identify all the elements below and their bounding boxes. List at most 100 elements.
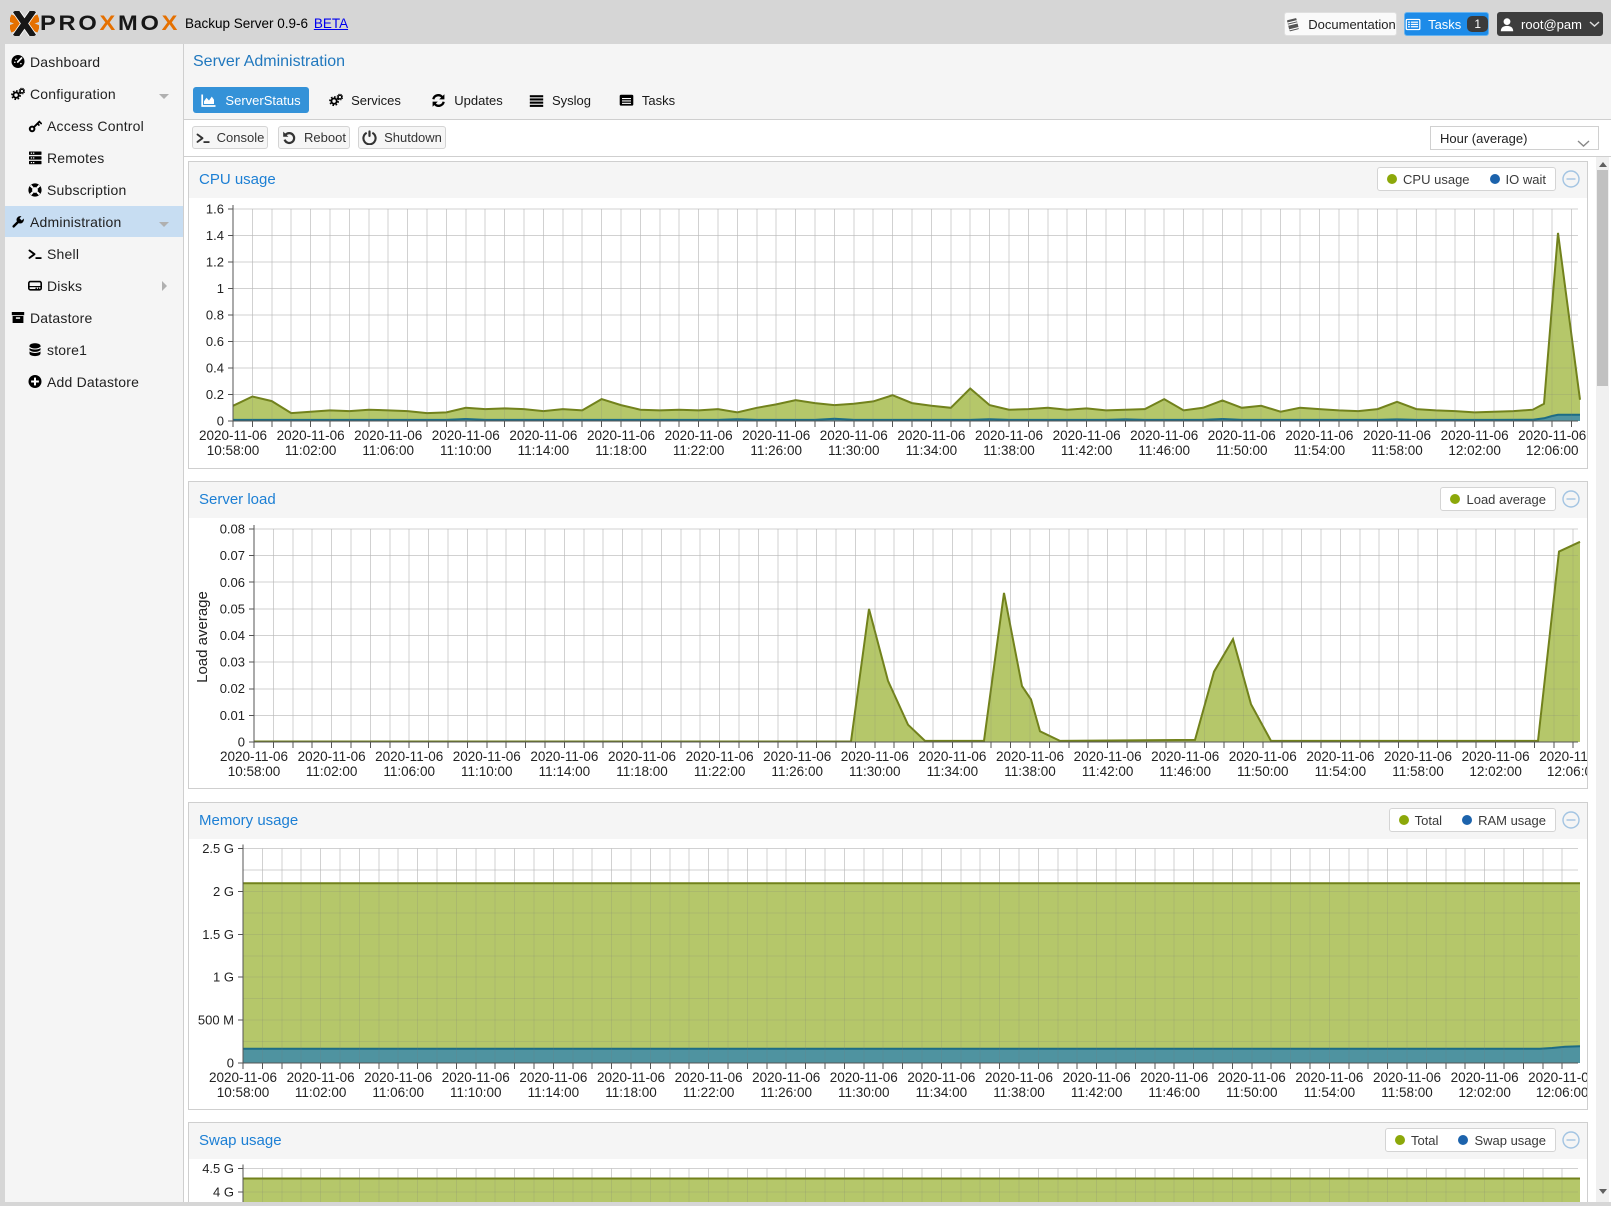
svg-text:0: 0 bbox=[217, 414, 224, 429]
svg-text:11:34:00: 11:34:00 bbox=[906, 443, 958, 458]
svg-text:2020-11-06: 2020-11-06 bbox=[298, 749, 366, 764]
svg-text:2020-11-06: 2020-11-06 bbox=[1295, 1070, 1363, 1085]
svg-text:11:58:00: 11:58:00 bbox=[1392, 764, 1444, 779]
svg-text:11:34:00: 11:34:00 bbox=[916, 1085, 968, 1100]
svg-text:12:02:00: 12:02:00 bbox=[1448, 443, 1501, 458]
svg-text:0.8: 0.8 bbox=[206, 308, 224, 323]
svg-text:1.6: 1.6 bbox=[206, 202, 224, 217]
svg-text:2020-11-06: 2020-11-06 bbox=[1218, 1070, 1286, 1085]
svg-text:11:54:00: 11:54:00 bbox=[1294, 443, 1346, 458]
svg-text:0.07: 0.07 bbox=[220, 548, 245, 563]
svg-text:2020-11-06: 2020-11-06 bbox=[1285, 428, 1353, 443]
svg-text:11:18:00: 11:18:00 bbox=[605, 1085, 657, 1100]
svg-text:2020-11-06: 2020-11-06 bbox=[1363, 428, 1431, 443]
svg-text:10:58:00: 10:58:00 bbox=[228, 764, 281, 779]
svg-text:4 G: 4 G bbox=[213, 1185, 234, 1200]
svg-text:2020-11-06: 2020-11-06 bbox=[287, 1070, 355, 1085]
svg-text:10:58:00: 10:58:00 bbox=[217, 1085, 270, 1100]
svg-text:11:26:00: 11:26:00 bbox=[771, 764, 823, 779]
svg-text:2020-11-06: 2020-11-06 bbox=[918, 749, 986, 764]
svg-text:11:14:00: 11:14:00 bbox=[528, 1085, 580, 1100]
svg-text:0.04: 0.04 bbox=[220, 628, 245, 643]
svg-text:0.02: 0.02 bbox=[220, 681, 245, 696]
svg-text:12:06:00: 12:06:00 bbox=[1547, 764, 1587, 779]
svg-text:11:46:00: 11:46:00 bbox=[1148, 1085, 1200, 1100]
svg-text:2020-11-06: 2020-11-06 bbox=[1130, 428, 1198, 443]
svg-text:12:06:00: 12:06:00 bbox=[1526, 443, 1579, 458]
svg-text:0: 0 bbox=[238, 735, 245, 750]
svg-text:1.5 G: 1.5 G bbox=[202, 927, 234, 942]
svg-text:11:42:00: 11:42:00 bbox=[1082, 764, 1134, 779]
svg-text:2020-11-06: 2020-11-06 bbox=[1451, 1070, 1519, 1085]
svg-text:11:02:00: 11:02:00 bbox=[295, 1085, 347, 1100]
svg-text:11:54:00: 11:54:00 bbox=[1304, 1085, 1356, 1100]
svg-text:11:50:00: 11:50:00 bbox=[1216, 443, 1268, 458]
svg-text:2020-11-06: 2020-11-06 bbox=[742, 428, 810, 443]
svg-text:11:42:00: 11:42:00 bbox=[1061, 443, 1113, 458]
svg-text:11:06:00: 11:06:00 bbox=[383, 764, 435, 779]
svg-text:10:58:00: 10:58:00 bbox=[207, 443, 260, 458]
svg-text:2020-11-06: 2020-11-06 bbox=[830, 1070, 898, 1085]
svg-text:2020-11-06: 2020-11-06 bbox=[1528, 1070, 1587, 1085]
svg-text:2020-11-06: 2020-11-06 bbox=[432, 428, 500, 443]
svg-text:4.5 G: 4.5 G bbox=[202, 1161, 234, 1176]
svg-text:2020-11-06: 2020-11-06 bbox=[199, 428, 267, 443]
svg-text:11:14:00: 11:14:00 bbox=[518, 443, 570, 458]
svg-text:11:46:00: 11:46:00 bbox=[1159, 764, 1211, 779]
svg-text:2020-11-06: 2020-11-06 bbox=[907, 1070, 975, 1085]
svg-text:2020-11-06: 2020-11-06 bbox=[1462, 749, 1530, 764]
svg-text:0.4: 0.4 bbox=[206, 361, 224, 376]
svg-text:11:22:00: 11:22:00 bbox=[673, 443, 725, 458]
svg-text:11:38:00: 11:38:00 bbox=[983, 443, 1035, 458]
svg-text:2020-11-06: 2020-11-06 bbox=[442, 1070, 510, 1085]
svg-text:0.2: 0.2 bbox=[206, 387, 224, 402]
svg-text:2020-11-06: 2020-11-06 bbox=[220, 749, 288, 764]
svg-text:2020-11-06: 2020-11-06 bbox=[587, 428, 655, 443]
svg-text:2020-11-06: 2020-11-06 bbox=[1074, 749, 1142, 764]
svg-text:2020-11-06: 2020-11-06 bbox=[675, 1070, 743, 1085]
svg-text:2020-11-06: 2020-11-06 bbox=[1151, 749, 1219, 764]
svg-text:12:02:00: 12:02:00 bbox=[1469, 764, 1522, 779]
svg-text:2020-11-06: 2020-11-06 bbox=[897, 428, 965, 443]
svg-text:11:42:00: 11:42:00 bbox=[1071, 1085, 1123, 1100]
svg-text:2020-11-06: 2020-11-06 bbox=[1053, 428, 1121, 443]
svg-text:2020-11-06: 2020-11-06 bbox=[608, 749, 676, 764]
svg-text:0.05: 0.05 bbox=[220, 601, 245, 616]
svg-text:2.5 G: 2.5 G bbox=[202, 841, 234, 856]
svg-text:11:10:00: 11:10:00 bbox=[461, 764, 513, 779]
svg-text:0.01: 0.01 bbox=[220, 708, 245, 723]
svg-text:2020-11-06: 2020-11-06 bbox=[841, 749, 909, 764]
svg-text:11:38:00: 11:38:00 bbox=[993, 1085, 1045, 1100]
svg-text:11:18:00: 11:18:00 bbox=[595, 443, 647, 458]
svg-text:2020-11-06: 2020-11-06 bbox=[1384, 749, 1452, 764]
svg-text:0: 0 bbox=[227, 1056, 234, 1071]
svg-text:2020-11-06: 2020-11-06 bbox=[975, 428, 1043, 443]
svg-text:2020-11-06: 2020-11-06 bbox=[453, 749, 521, 764]
svg-text:0.06: 0.06 bbox=[220, 575, 245, 590]
svg-text:2020-11-06: 2020-11-06 bbox=[1140, 1070, 1208, 1085]
svg-text:2020-11-06: 2020-11-06 bbox=[996, 749, 1064, 764]
svg-text:1 G: 1 G bbox=[213, 970, 234, 985]
svg-text:11:22:00: 11:22:00 bbox=[683, 1085, 735, 1100]
svg-text:2020-11-06: 2020-11-06 bbox=[1063, 1070, 1131, 1085]
svg-text:11:02:00: 11:02:00 bbox=[285, 443, 337, 458]
svg-text:2020-11-06: 2020-11-06 bbox=[597, 1070, 665, 1085]
svg-text:2020-11-06: 2020-11-06 bbox=[354, 428, 422, 443]
svg-text:11:46:00: 11:46:00 bbox=[1138, 443, 1190, 458]
svg-text:11:30:00: 11:30:00 bbox=[838, 1085, 890, 1100]
svg-text:11:54:00: 11:54:00 bbox=[1315, 764, 1367, 779]
svg-text:Load average: Load average bbox=[194, 591, 211, 683]
svg-text:2020-11-06: 2020-11-06 bbox=[686, 749, 754, 764]
svg-text:0.6: 0.6 bbox=[206, 334, 224, 349]
svg-text:2020-11-06: 2020-11-06 bbox=[364, 1070, 432, 1085]
svg-text:2020-11-06: 2020-11-06 bbox=[1539, 749, 1587, 764]
svg-text:2020-11-06: 2020-11-06 bbox=[1229, 749, 1297, 764]
svg-text:11:10:00: 11:10:00 bbox=[450, 1085, 502, 1100]
svg-text:2020-11-06: 2020-11-06 bbox=[530, 749, 598, 764]
svg-text:2020-11-06: 2020-11-06 bbox=[519, 1070, 587, 1085]
svg-text:2020-11-06: 2020-11-06 bbox=[1306, 749, 1374, 764]
svg-text:1: 1 bbox=[217, 281, 224, 296]
svg-text:11:06:00: 11:06:00 bbox=[372, 1085, 424, 1100]
svg-text:11:26:00: 11:26:00 bbox=[750, 443, 802, 458]
svg-text:2020-11-06: 2020-11-06 bbox=[752, 1070, 820, 1085]
